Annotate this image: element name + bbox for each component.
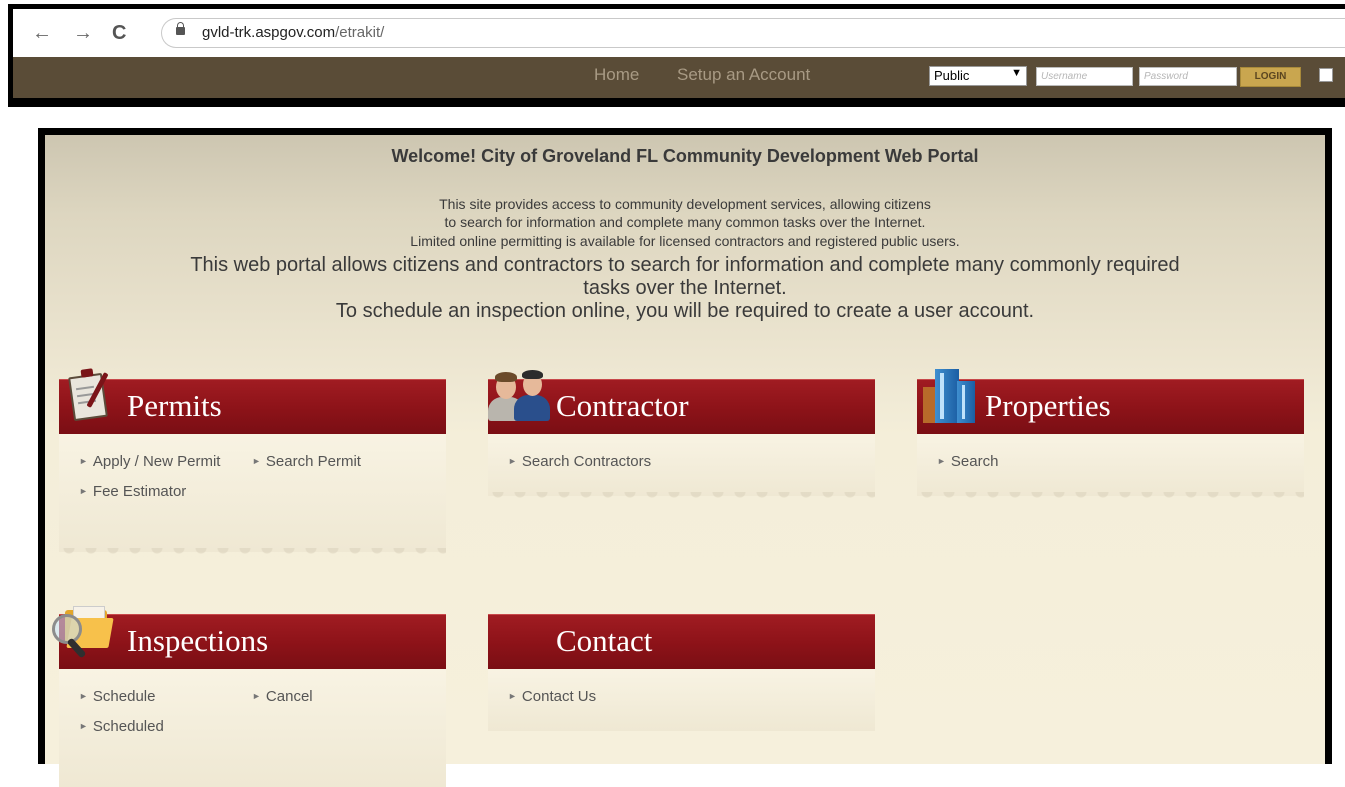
url-host: gvld-trk.aspgov.com [202,24,336,41]
nav-setup-account-link[interactable]: Setup an Account [677,65,810,85]
url-text: gvld-trk.aspgov.com/etrakit/ [202,24,384,41]
password-input[interactable]: Password [1139,67,1237,86]
url-path: /etrakit/ [335,24,385,41]
properties-card-body: ► Search [917,434,1304,504]
search-permit-link[interactable]: ► Search Permit [252,453,361,470]
inspections-card-header[interactable]: Inspections [59,614,446,669]
cancel-inspection-link[interactable]: ► Cancel [252,688,313,705]
role-select[interactable]: Public ▼ [929,66,1027,86]
username-placeholder: Username [1041,71,1088,82]
contact-card-title: Contact [556,623,653,658]
torn-edge [488,492,875,504]
intro-large-line-2: tasks over the Internet. [583,277,787,299]
contractor-card-body: ► Search Contractors [488,434,875,504]
people-icon [488,370,554,427]
chevron-down-icon: ▼ [1011,67,1022,79]
fee-estimator-link[interactable]: ► Fee Estimator [79,483,186,500]
password-placeholder: Password [1144,71,1188,82]
folder-magnifier-icon [49,604,115,664]
building-icon [923,369,981,425]
reload-icon[interactable]: C [112,19,126,47]
properties-card-title: Properties [985,388,1111,423]
remember-me-checkbox[interactable] [1319,68,1333,82]
contact-card-body: ► Contact Us [488,669,875,731]
browser-toolbar: ← → C gvld-trk.aspgov.com/etrakit/ [13,9,1345,57]
app-navigation-bar: Home Setup an Account Public ▼ Username … [13,57,1345,98]
permits-card-header[interactable]: Permits [59,379,446,434]
search-contractors-link[interactable]: ► Search Contractors [508,453,651,470]
contact-card-header[interactable]: Contact [488,614,875,669]
inspections-card-title: Inspections [127,623,269,658]
inspections-card-body: ► Schedule ► Cancel ► Scheduled [59,669,446,787]
torn-edge [59,548,446,560]
apply-new-permit-link[interactable]: ► Apply / New Permit [79,453,220,470]
contractor-card-title: Contractor [556,388,689,423]
role-select-value: Public [934,68,970,83]
username-input[interactable]: Username [1036,67,1133,86]
intro-small-line-2: to search for information and complete m… [444,214,926,230]
intro-large-line-1: This web portal allows citizens and cont… [190,254,1180,276]
permits-card-body: ► Apply / New Permit ► Search Permit ► Fee … [59,434,446,560]
schedule-inspection-link[interactable]: ► Schedule [79,688,155,705]
back-arrow-icon[interactable]: ← [32,19,52,47]
forward-arrow-icon[interactable]: → [73,19,93,47]
intro-small-line-1: This site provides access to community d… [439,196,931,212]
permits-card-title: Permits [127,388,222,423]
clipboard-icon [63,365,117,425]
intro-large-line-3: To schedule an inspection online, you wi… [335,300,1035,322]
portal-page: Welcome! City of Groveland FL Community … [45,135,1325,787]
lock-icon[interactable] [176,22,185,35]
page-title: Welcome! City of Groveland FL Community … [391,146,979,166]
nav-home-link[interactable]: Home [594,65,639,85]
intro-small-line-3: Limited online permitting is available f… [410,233,960,249]
search-properties-link[interactable]: ► Search [937,453,998,470]
address-bar[interactable]: gvld-trk.aspgov.com/etrakit/ [161,18,1345,48]
contact-us-link[interactable]: ► Contact Us [508,688,596,705]
scheduled-inspections-link[interactable]: ► Scheduled [79,718,164,735]
login-button[interactable]: LOGIN [1240,67,1301,87]
torn-edge [917,492,1304,504]
